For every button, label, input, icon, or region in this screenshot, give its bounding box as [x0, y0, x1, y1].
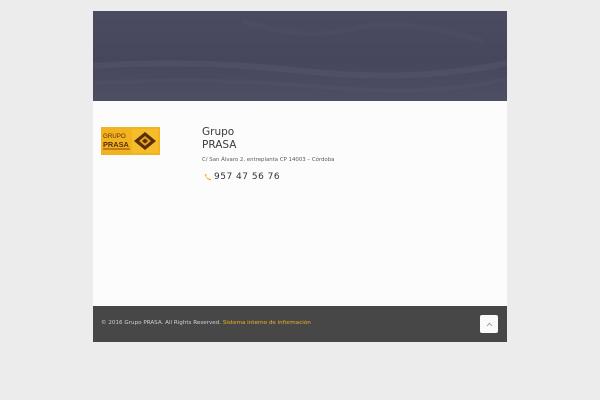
logo-text-prasa: PRASA — [103, 140, 130, 149]
hero-banner — [93, 11, 507, 101]
company-address: C/ San Álvaro 2, entreplanta CP 14003 – … — [202, 157, 335, 163]
back-to-top-button[interactable] — [480, 315, 498, 333]
copyright-text: © 2016 Grupo PRASA. All Rights Reserved. — [101, 320, 222, 326]
footer-copyright: © 2016 Grupo PRASA. All Rights Reserved.… — [101, 320, 311, 326]
chevron-up-icon — [486, 322, 492, 326]
logo-text-grupo: GRUPO — [103, 133, 126, 140]
hero-texture — [93, 18, 507, 93]
company-name-line2: PRASA — [202, 139, 237, 151]
footer: © 2016 Grupo PRASA. All Rights Reserved.… — [93, 306, 507, 342]
company-name: Grupo PRASA — [202, 126, 236, 152]
page-container: GRUPO PRASA Grupo PRASA C/ San Álvaro 2,… — [93, 11, 507, 342]
company-logo[interactable]: GRUPO PRASA — [101, 127, 160, 155]
phone-icon — [204, 173, 212, 181]
company-name-line1: Grupo — [202, 126, 235, 138]
phone-contact[interactable]: 957 47 56 76 — [204, 172, 280, 182]
phone-number[interactable]: 957 47 56 76 — [214, 172, 280, 182]
internal-info-link[interactable]: Sistema interno de información — [223, 320, 311, 326]
